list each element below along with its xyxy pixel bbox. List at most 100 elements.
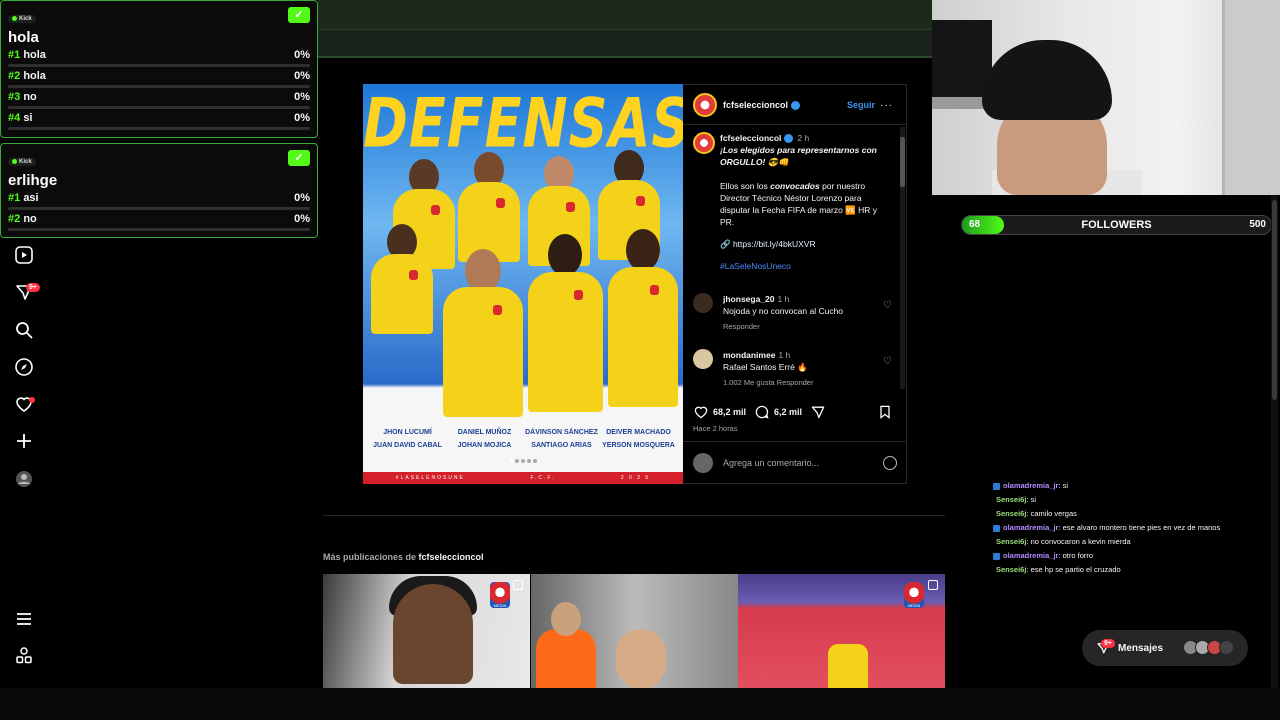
top-bar — [318, 0, 932, 30]
chat-username[interactable]: Sensei6j — [996, 509, 1026, 518]
post-details: fcfseleccioncol Seguir ··· fcfseleccionc… — [683, 84, 907, 484]
chat-username[interactable]: olamadremia_jr — [1003, 481, 1058, 490]
followers-label: FOLLOWERS — [1081, 219, 1152, 231]
caption-hashtag[interactable]: #LaSeleNosUneco — [720, 260, 893, 272]
search-icon[interactable] — [14, 320, 34, 340]
create-icon[interactable] — [14, 431, 34, 451]
player-figure — [371, 224, 433, 334]
player-name: JOHAN MOJICA — [457, 442, 512, 449]
post-timestamp: Hace 2 horas — [693, 424, 738, 433]
chat-text: : ese alvaro montero tiene pies en vez d… — [1058, 523, 1221, 532]
comment-meta[interactable]: 1.002 Me gusta Responder — [723, 377, 893, 389]
emoji-icon[interactable] — [883, 456, 897, 470]
author-username[interactable]: fcfseleccioncol — [723, 100, 788, 110]
likes-count[interactable]: 68,2 mil — [713, 407, 746, 417]
post-header: fcfseleccioncol Seguir ··· — [693, 93, 897, 117]
chat-text: : ese hp se partio el cruzado — [1026, 565, 1121, 574]
badge-icon — [993, 552, 1000, 560]
chat-text: : camilo vergas — [1026, 509, 1077, 518]
profile-avatar[interactable] — [14, 469, 34, 489]
author-username[interactable]: fcfseleccioncol — [720, 133, 781, 143]
player-name: DEIVER MACHADO — [606, 429, 671, 436]
chat-text: : si — [1026, 495, 1037, 504]
comment: jhonsega_20 1 h Nojoda y no convocan al C… — [693, 293, 893, 333]
poll-option: #1 asi 0% — [8, 192, 310, 213]
more-post-thumbnail[interactable]: MEDIA — [323, 574, 530, 688]
chat-text: : no convocaron a kevin mierda — [1026, 537, 1131, 546]
author-avatar[interactable] — [693, 132, 715, 154]
poll-title: hola — [8, 29, 39, 46]
post-actions: 68,2 mil 6,2 mil — [693, 402, 897, 422]
poll-option: #1 hola 0% — [8, 49, 310, 70]
reels-icon[interactable] — [14, 245, 34, 265]
player-name: YERSON MOSQUERA — [602, 442, 675, 449]
add-comment-placeholder[interactable]: Agrega un comentario... — [723, 458, 819, 468]
badge-icon — [993, 482, 1000, 490]
player-figure — [458, 152, 520, 262]
more-post-thumbnail[interactable]: MEDIA — [738, 574, 945, 688]
messages-badge: 9+ — [1101, 639, 1115, 648]
comment-like-icon[interactable]: ♡ — [883, 301, 893, 311]
reply-button[interactable]: Responder — [723, 321, 893, 333]
apps-icon[interactable] — [14, 646, 34, 666]
carousel-icon — [513, 580, 523, 590]
more-posts-heading: Más publicaciones de fcfseleccioncol — [323, 552, 484, 562]
player-name: JUAN DAVID CABAL — [373, 442, 442, 449]
commenter-username[interactable]: jhonsega_20 — [723, 294, 775, 304]
caption-link[interactable]: 🔗 https://bit.ly/4bkUXVR — [720, 238, 893, 250]
commenter-avatar[interactable] — [693, 349, 713, 369]
chat-message: olamadremia_jr: ese alvaro montero tiene… — [993, 521, 1273, 535]
messages-label: Mensajes — [1118, 642, 1164, 654]
comments-scrollbar[interactable] — [900, 127, 905, 389]
comment-like-icon[interactable]: ♡ — [883, 357, 893, 367]
chat-message: Sensei6j: si — [993, 493, 1273, 507]
player-figure — [608, 229, 678, 409]
comment-text: Nojoda y no convocan al Cucho — [723, 306, 844, 316]
comments-count[interactable]: 6,2 mil — [774, 407, 802, 417]
player-name: JHON LUCUMÍ — [383, 429, 432, 436]
more-options-icon[interactable]: ··· — [880, 100, 893, 111]
like-icon[interactable] — [693, 404, 709, 420]
author-avatar[interactable] — [693, 93, 717, 117]
chat-username[interactable]: olamadremia_jr — [1003, 523, 1058, 532]
post-caption: fcfseleccioncol 2 h ¡Los elegidos para re… — [693, 132, 893, 272]
chat-username[interactable]: Sensei6j — [996, 495, 1026, 504]
bottom-bar — [0, 688, 1280, 720]
player-figure — [528, 234, 603, 414]
share-icon[interactable] — [810, 404, 826, 420]
followers-goal-bar: 68 FOLLOWERS 500 — [961, 215, 1272, 235]
caption-headline: ¡Los elegidos para representarnos con OR… — [720, 145, 877, 167]
post-image-footer: #LASELENOSUNE F.C.F. 2 0 2 5 — [363, 472, 683, 484]
check-icon: ✓ — [288, 150, 310, 166]
add-comment-field[interactable]: Agrega un comentario... — [693, 451, 897, 475]
poll-overlay: Kick ✓ hola #1 hola 0% #2 hola 0% #3 no 0% … — [0, 0, 318, 138]
screen: Kick ✓ hola #1 hola 0% #2 hola 0% #3 no 0% … — [0, 0, 1280, 720]
explore-icon[interactable] — [14, 357, 34, 377]
menu-icon[interactable] — [14, 609, 34, 629]
stream-chat: olamadremia_jr: si Sensei6j: si Sensei6j: … — [993, 479, 1273, 577]
chat-username[interactable]: olamadremia_jr — [1003, 551, 1058, 560]
commenter-username[interactable]: mondanimee — [723, 350, 775, 360]
commenter-avatar[interactable] — [693, 293, 713, 313]
page-scrollbar[interactable] — [1271, 195, 1278, 688]
more-post-thumbnail[interactable] — [531, 574, 738, 688]
chat-message: Sensei6j: ese hp se partio el cruzado — [993, 563, 1273, 577]
messages-button[interactable]: Mensajes — [1082, 630, 1248, 666]
verified-icon — [784, 134, 794, 144]
more-posts-author[interactable]: fcfseleccioncol — [419, 552, 484, 562]
reel-icon — [928, 580, 938, 590]
verified-icon — [791, 100, 801, 110]
bookmark-icon[interactable] — [877, 404, 893, 420]
recent-contacts — [1183, 640, 1234, 655]
current-user-avatar — [693, 453, 713, 473]
post-image[interactable]: DEFENSAS JHON LUCUMÍ DANIEL MUÑOZ DÁVINS… — [363, 84, 683, 484]
notification-badge: 9+ — [26, 283, 40, 292]
comment-icon[interactable] — [754, 404, 770, 420]
chat-text: : otro forro — [1058, 551, 1094, 560]
chat-username[interactable]: Sensei6j — [996, 565, 1026, 574]
chat-username[interactable]: Sensei6j — [996, 537, 1026, 546]
poll-option: #3 no 0% — [8, 91, 310, 112]
kick-badge: Kick — [8, 157, 36, 166]
follow-button[interactable]: Seguir — [847, 100, 875, 110]
fcf-crest-icon: MEDIA — [490, 582, 510, 608]
